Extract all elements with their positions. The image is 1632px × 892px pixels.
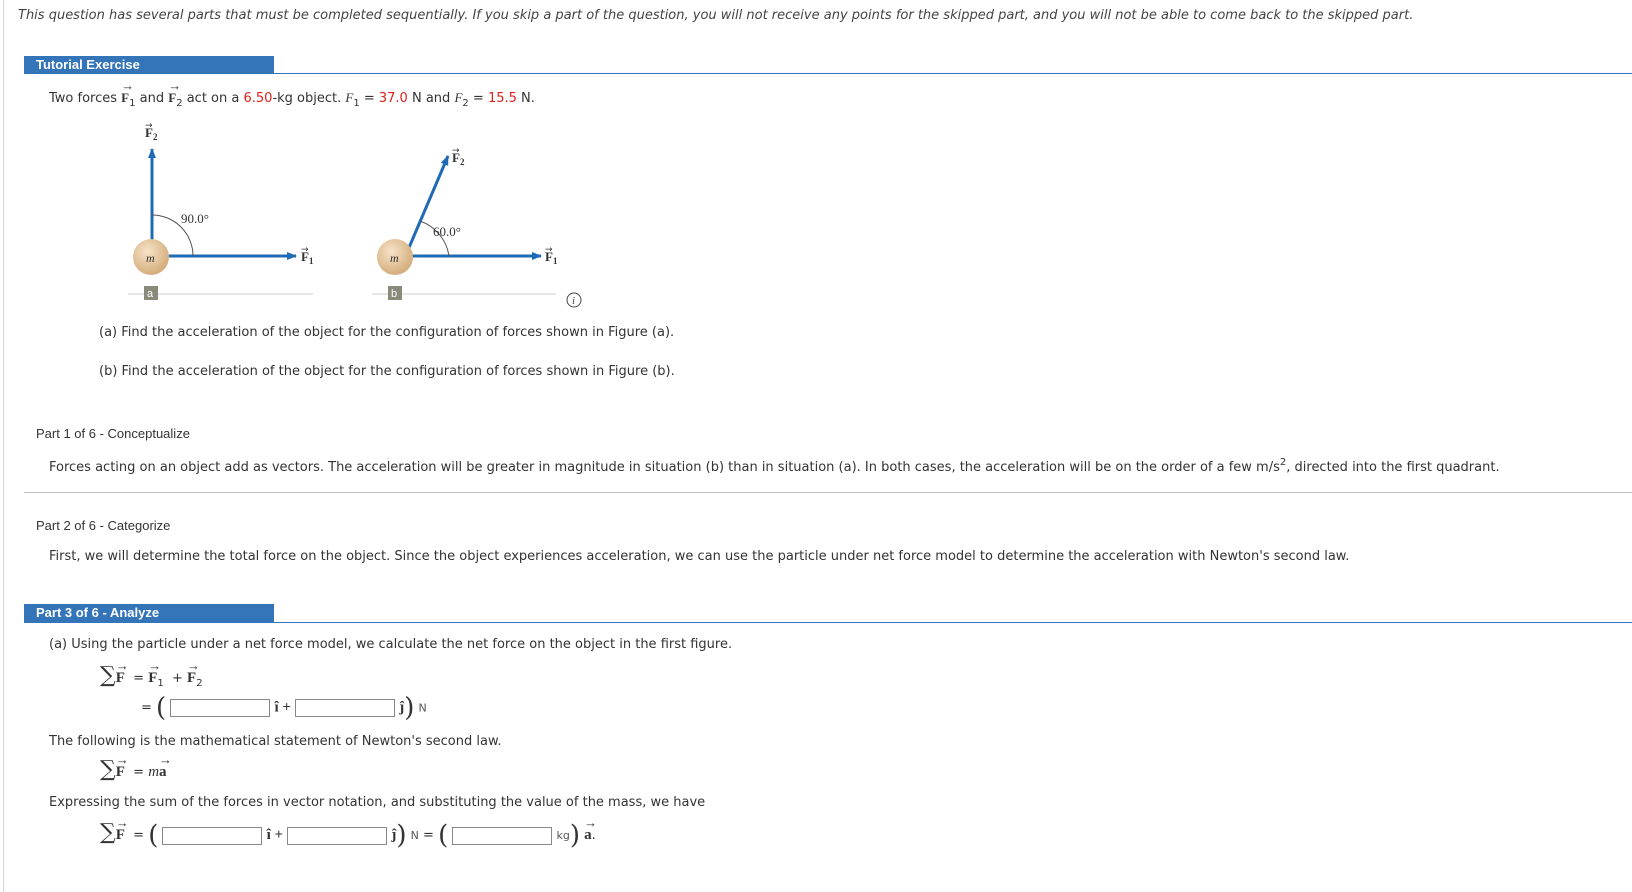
newton-equation: ∑F = ma bbox=[100, 752, 171, 782]
f1-value: 37.0 bbox=[378, 91, 408, 106]
figure-label-a: a bbox=[147, 288, 154, 300]
newton-text: The following is the mathematical statem… bbox=[49, 734, 502, 749]
part1-rule bbox=[24, 492, 1632, 493]
part3-rule bbox=[24, 622, 1632, 623]
mass-label-b: m bbox=[390, 251, 399, 265]
figure-a: 90.0° m F2 → F1 → a bbox=[128, 121, 314, 300]
force-components-row: = ( î + ĵ) N bbox=[141, 693, 427, 723]
svg-text:→: → bbox=[545, 245, 553, 255]
angle-label-b: 60.0° bbox=[433, 224, 461, 239]
tutorial-rule bbox=[24, 73, 1632, 74]
svg-text:→: → bbox=[145, 121, 153, 131]
force-diagram: 90.0° m F2 → F1 → a 60.0° m F2 → F1 → b … bbox=[128, 121, 582, 308]
mass-input[interactable] bbox=[452, 826, 553, 845]
f2-arrow-b bbox=[403, 155, 450, 258]
problem-statement: Two forces F1 and F2 act on a 6.50-kg ob… bbox=[49, 78, 535, 109]
svg-text:→: → bbox=[301, 245, 309, 255]
svg-text:→: → bbox=[452, 146, 460, 156]
part2-body: First, we will determine the total force… bbox=[49, 549, 1350, 564]
part1-body: Forces acting on an object add as vector… bbox=[49, 457, 1500, 475]
question-a: (a) Find the acceleration of the object … bbox=[99, 325, 675, 340]
fy-input-a[interactable] bbox=[295, 699, 396, 717]
part1-title: Part 1 of 6 - Conceptualize bbox=[36, 426, 190, 441]
info-icon[interactable]: i bbox=[566, 292, 582, 308]
question-b: (b) Find the acceleration of the object … bbox=[99, 364, 675, 379]
fx-input-b[interactable] bbox=[162, 826, 263, 845]
fy-input-b[interactable] bbox=[287, 826, 388, 845]
f2-value: 15.5 bbox=[487, 91, 517, 106]
vector-equation-row: ∑F = ( î + ĵ) N = ( kg) a. bbox=[100, 815, 596, 851]
tutorial-header: Tutorial Exercise bbox=[24, 56, 274, 74]
fx-input-a[interactable] bbox=[170, 699, 271, 717]
part3-line-a: (a) Using the particle under a net force… bbox=[49, 637, 733, 652]
mass-value: 6.50 bbox=[243, 91, 273, 106]
angle-label-a: 90.0° bbox=[181, 211, 209, 226]
part2-title: Part 2 of 6 - Categorize bbox=[36, 518, 171, 533]
mass-label-a: m bbox=[146, 251, 155, 265]
sum-force-equation: ∑F = F1 + F2 bbox=[100, 658, 203, 689]
intro-text: This question has several parts that mus… bbox=[18, 8, 1414, 23]
figure-label-b: b bbox=[391, 288, 397, 300]
expressing-text: Expressing the sum of the forces in vect… bbox=[49, 795, 706, 810]
svg-text:i: i bbox=[572, 295, 575, 307]
figure-b: 60.0° m F2 → F1 → b bbox=[372, 146, 558, 300]
part3-header: Part 3 of 6 - Analyze bbox=[24, 604, 274, 622]
